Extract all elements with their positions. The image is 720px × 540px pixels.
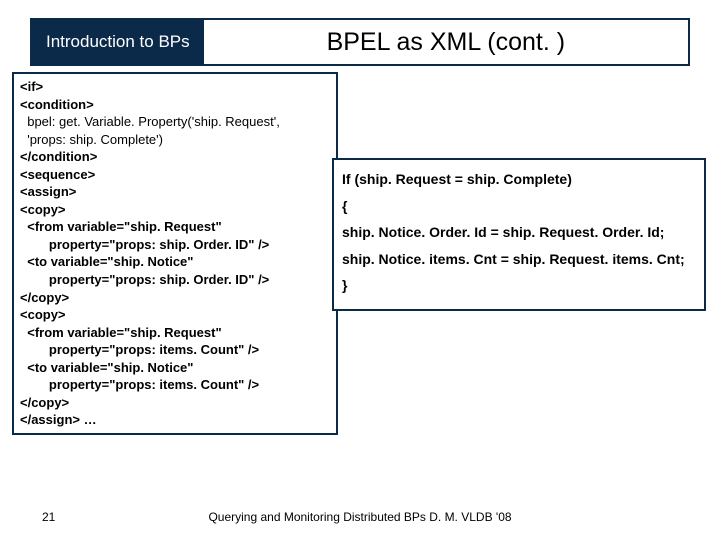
code-line: </copy> xyxy=(20,394,330,412)
code-line: <sequence> xyxy=(20,166,330,184)
code-line: </copy> xyxy=(20,289,330,307)
slide: Introduction to BPs BPEL as XML (cont. )… xyxy=(0,0,720,540)
header-tab: Introduction to BPs xyxy=(32,20,204,64)
code-line: <assign> xyxy=(20,183,330,201)
code-line: </assign> … xyxy=(20,411,330,429)
bpel-code-box: <if> <condition> bpel: get. Variable. Pr… xyxy=(12,72,338,435)
pseudo-line: } xyxy=(342,272,696,299)
code-line: <if> xyxy=(20,78,330,96)
code-line: <from variable="ship. Request" xyxy=(20,218,330,236)
code-line: <copy> xyxy=(20,201,330,219)
pseudocode-box: If (ship. Request = ship. Complete) { sh… xyxy=(332,158,706,311)
code-line: <copy> xyxy=(20,306,330,324)
pseudo-line: { xyxy=(342,193,696,220)
code-line: <to variable="ship. Notice" xyxy=(20,359,330,377)
code-line: property="props: ship. Order. ID" /> xyxy=(20,271,330,289)
code-line: property="props: items. Count" /> xyxy=(20,341,330,359)
slide-header: Introduction to BPs BPEL as XML (cont. ) xyxy=(30,18,690,66)
code-line: property="props: items. Count" /> xyxy=(20,376,330,394)
code-line: 'props: ship. Complete') xyxy=(20,131,330,149)
code-line: <to variable="ship. Notice" xyxy=(20,253,330,271)
code-line: property="props: ship. Order. ID" /> xyxy=(20,236,330,254)
slide-title: BPEL as XML (cont. ) xyxy=(204,20,688,64)
code-line: <from variable="ship. Request" xyxy=(20,324,330,342)
footer-credit: Querying and Monitoring Distributed BPs … xyxy=(0,510,720,524)
pseudo-line: ship. Notice. Order. Id = ship. Request.… xyxy=(342,219,696,246)
pseudo-line: If (ship. Request = ship. Complete) xyxy=(342,166,696,193)
code-line: <condition> xyxy=(20,96,330,114)
pseudo-line: ship. Notice. items. Cnt = ship. Request… xyxy=(342,246,696,273)
code-line: bpel: get. Variable. Property('ship. Req… xyxy=(20,113,330,131)
code-line: </condition> xyxy=(20,148,330,166)
